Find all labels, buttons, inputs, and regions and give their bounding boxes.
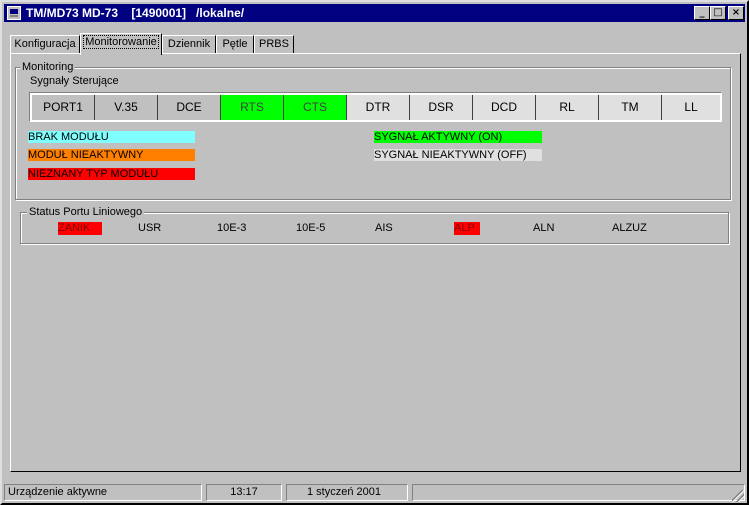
minimize-button[interactable]: _: [694, 6, 710, 20]
port-status-text: 10E-3: [217, 222, 247, 234]
port-status-aln: ALN: [533, 222, 554, 235]
legend-brak-modulu: BRAK MODUŁU: [28, 131, 195, 143]
legend-label: SYGNAŁ AKTYWNY (ON): [374, 131, 503, 143]
signal-label: DCE: [176, 100, 202, 114]
tab-konfiguracja[interactable]: Konfiguracja: [10, 35, 80, 53]
port-status-10e5: 10E-5: [296, 222, 325, 235]
app-window: TM/MD73 MD-73 [1490001] /lokalne/ _ □ × …: [0, 0, 749, 505]
signal-dtr: DTR: [347, 95, 410, 120]
status-message: Urządzenie aktywne: [8, 486, 108, 498]
signal-dcd: DCD: [473, 95, 536, 120]
port-status-text: ZANIK: [58, 222, 91, 234]
port-status-zanik: ZANIK: [58, 222, 102, 235]
legend-label: MODUŁ NIEAKTYWNY: [28, 149, 144, 161]
port-status-ais: AIS: [375, 222, 393, 235]
signal-dce: DCE: [158, 95, 221, 120]
status-bar: Urządzenie aktywne 13:17 1 styczeń 2001: [4, 484, 745, 503]
tab-petle[interactable]: Pętle: [216, 35, 254, 53]
port-status-text: ALP: [454, 222, 475, 234]
signal-cts: CTS: [284, 95, 347, 120]
signal-label: LL: [684, 100, 698, 114]
legend-label: NIEZNANY TYP MODUŁU: [28, 168, 159, 180]
legend-modul-nieaktywny: MODUŁ NIEAKTYWNY: [28, 149, 195, 161]
status-date-value: 1 styczeń 2001: [307, 486, 381, 498]
signal-label: DSR: [428, 100, 454, 114]
tab-label: Pętle: [222, 38, 248, 50]
title-bar[interactable]: TM/MD73 MD-73 [1490001] /lokalne/ _ □ ×: [4, 4, 745, 22]
maximize-button[interactable]: □: [710, 6, 726, 20]
tab-label: Dziennik: [167, 38, 211, 50]
close-button[interactable]: ×: [728, 6, 744, 20]
port-status-text: 10E-5: [296, 222, 326, 234]
legend-label: BRAK MODUŁU: [28, 131, 109, 143]
tab-monitorowanie[interactable]: Monitorowanie: [80, 33, 162, 55]
signal-v35: V.35: [95, 95, 158, 120]
signal-label: DTR: [365, 100, 391, 114]
resize-grip-icon[interactable]: [732, 490, 744, 502]
app-icon[interactable]: [7, 6, 21, 20]
signal-label: PORT1: [43, 100, 83, 114]
window-title: TM/MD73 MD-73 [1490001] /lokalne/: [26, 6, 245, 20]
signal-port1: PORT1: [32, 95, 95, 120]
signal-label: RL: [559, 100, 575, 114]
signal-label: RTS: [240, 100, 264, 114]
port-status-alp: ALP: [454, 222, 480, 235]
status-date: 1 styczeń 2001: [286, 484, 408, 501]
tab-dziennik[interactable]: Dziennik: [162, 35, 216, 53]
status-empty-panel: [412, 484, 745, 501]
port-status-text: ALZUZ: [612, 222, 647, 234]
signal-row: PORT1 V.35 DCE RTS CTS DTR DSR DCD RL TM…: [29, 92, 722, 122]
tab-prbs[interactable]: PRBS: [254, 35, 294, 53]
signal-label: CTS: [303, 100, 327, 114]
port-status-text: ALN: [533, 222, 555, 234]
port-status-text: AIS: [375, 222, 393, 234]
legend-nieznany-typ: NIEZNANY TYP MODUŁU: [28, 168, 195, 180]
signal-label: TM: [621, 100, 639, 114]
monitoring-group-label: Monitoring: [20, 61, 76, 73]
signal-label: V.35: [114, 100, 138, 114]
signal-ll: LL: [662, 95, 720, 120]
tab-label: Monitorowanie: [83, 35, 159, 49]
status-time: 13:17: [206, 484, 282, 501]
tab-label: PRBS: [259, 38, 289, 50]
port-status-label: Status Portu Liniowego: [27, 206, 145, 218]
legend-sygnal-nieaktywny: SYGNAŁ NIEAKTYWNY (OFF): [374, 149, 542, 161]
port-status-text: USR: [138, 222, 162, 234]
status-time-value: 13:17: [230, 486, 258, 498]
signal-dsr: DSR: [410, 95, 473, 120]
status-text: Urządzenie aktywne: [4, 484, 202, 501]
port-status-10e3: 10E-3: [217, 222, 246, 235]
signal-rts: RTS: [221, 95, 284, 120]
legend-sygnal-aktywny: SYGNAŁ AKTYWNY (ON): [374, 131, 542, 143]
signal-label: DCD: [491, 100, 517, 114]
tab-label: Konfiguracja: [14, 38, 76, 50]
signal-tm: TM: [599, 95, 662, 120]
signal-rl: RL: [536, 95, 599, 120]
legend-label: SYGNAŁ NIEAKTYWNY (OFF): [374, 149, 527, 161]
signals-group-label: Sygnały Sterujące: [28, 75, 121, 87]
port-status-alzuz: ALZUZ: [612, 222, 647, 235]
port-status-usr: USR: [138, 222, 161, 235]
